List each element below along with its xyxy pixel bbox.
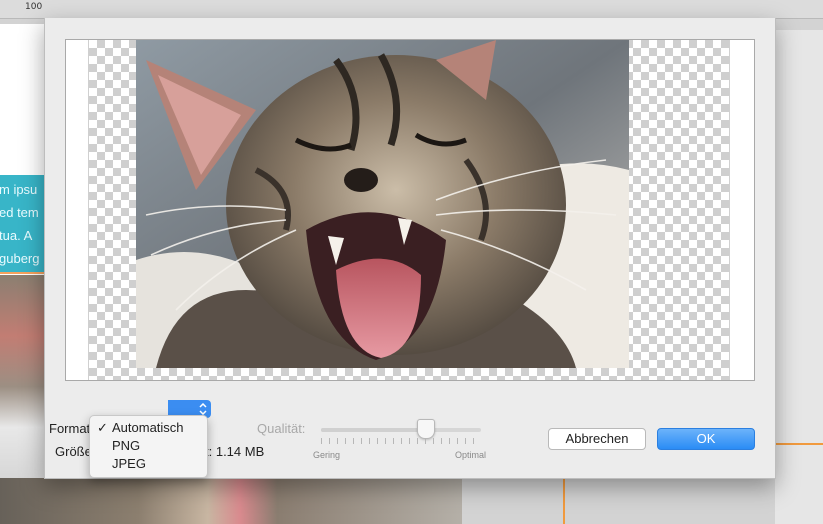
file-size-value: t: 1.14 MB [205, 444, 265, 459]
text-fragment: tua. A [0, 228, 33, 243]
guide-line-horizontal [775, 443, 823, 445]
menu-item-label: Automatisch [112, 420, 184, 435]
quality-slider-knob[interactable] [417, 419, 435, 439]
quality-label: Qualität: [257, 421, 306, 436]
text-fragment: m ipsu [0, 182, 38, 197]
text-fragment: guberg [0, 251, 40, 266]
guide-line-vertical [563, 478, 565, 524]
format-label: Format [49, 421, 91, 436]
document-page-right [775, 30, 823, 524]
chevron-updown-icon [199, 403, 207, 415]
cat-photo [136, 40, 629, 368]
quality-slider[interactable] [321, 419, 481, 439]
quality-max-label: Optimal [455, 450, 487, 460]
size-label: Größe [55, 444, 92, 459]
menu-item-jpeg[interactable]: JPEG [90, 455, 207, 473]
ok-button[interactable]: OK [657, 428, 755, 450]
quality-min-label: Gering [313, 450, 341, 460]
guide-line [0, 272, 45, 274]
cancel-button[interactable]: Abbrechen [548, 428, 646, 450]
menu-item-automatisch[interactable]: ✓ Automatisch [90, 419, 207, 437]
background-cat-image [0, 275, 45, 478]
menu-item-label: PNG [112, 438, 141, 453]
menu-item-label: JPEG [112, 456, 146, 471]
menu-item-png[interactable]: PNG [90, 437, 207, 455]
horizontal-ruler: 100 [0, 0, 823, 19]
quality-slider-fill [321, 428, 425, 432]
export-dialog: Format Größe t: 1.14 MB Qualität: Gering… [44, 18, 776, 479]
text-fragment: ed tem [0, 205, 39, 220]
text-frame: m ipsu ed tem tua. A guberg [0, 175, 45, 273]
ruler-number: 100 [25, 2, 43, 12]
background-cat-image-bottom [0, 478, 462, 524]
checkmark-icon: ✓ [97, 420, 108, 435]
format-menu: ✓ Automatisch PNG JPEG [89, 415, 208, 478]
image-preview [65, 39, 755, 381]
quality-slider-ticks [321, 438, 481, 444]
